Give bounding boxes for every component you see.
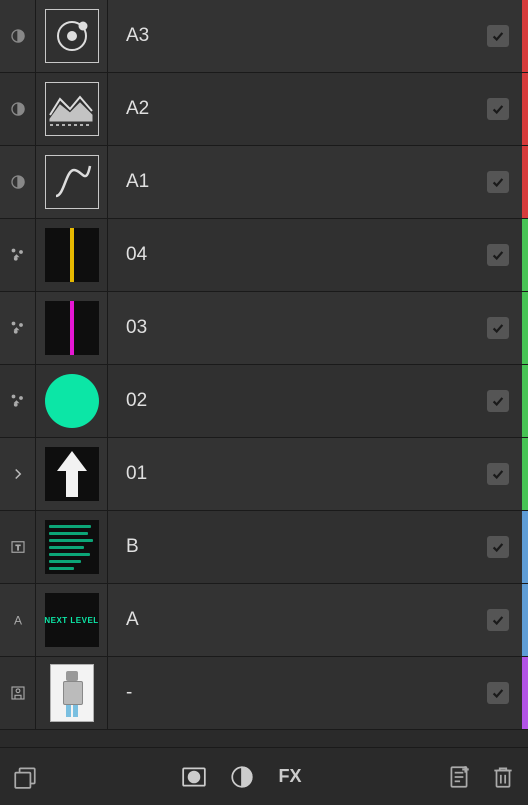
layer-visibility-checkbox[interactable] (474, 584, 522, 656)
layer-type-icon[interactable]: A (0, 584, 36, 656)
layer-type-icon[interactable] (0, 73, 36, 145)
layer-color-strip (522, 292, 528, 364)
layer-visibility-checkbox[interactable] (474, 146, 522, 218)
layer-row[interactable]: A1 (0, 146, 528, 219)
layer-name[interactable]: A2 (108, 98, 474, 120)
layer-color-strip (522, 219, 528, 291)
layer-thumbnail[interactable] (36, 438, 108, 510)
layer-color-strip (522, 365, 528, 437)
layer-visibility-checkbox[interactable] (474, 438, 522, 510)
layer-color-strip (522, 584, 528, 656)
layer-color-strip (522, 511, 528, 583)
layer-row[interactable]: 03 (0, 292, 528, 365)
layer-row[interactable]: 01 (0, 438, 528, 511)
svg-text:A: A (13, 614, 21, 628)
layer-row[interactable]: TB (0, 511, 528, 584)
layer-thumbnail[interactable] (36, 0, 108, 72)
layer-type-icon[interactable] (0, 657, 36, 729)
layer-name[interactable]: A1 (108, 171, 474, 193)
layer-name[interactable]: 02 (108, 390, 474, 412)
layer-visibility-checkbox[interactable] (474, 0, 522, 72)
add-fx-button[interactable]: FX (273, 760, 307, 794)
layer-thumbnail[interactable] (36, 657, 108, 729)
layer-visibility-checkbox[interactable] (474, 511, 522, 583)
layer-visibility-checkbox[interactable] (474, 292, 522, 364)
layer-name[interactable]: A3 (108, 25, 474, 47)
layer-type-icon[interactable]: T (0, 511, 36, 583)
layer-name[interactable]: 03 (108, 317, 474, 339)
layer-type-icon[interactable] (0, 365, 36, 437)
layer-color-strip (522, 0, 528, 72)
layer-name[interactable]: 04 (108, 244, 474, 266)
add-adjustment-button[interactable] (225, 760, 259, 794)
layer-type-icon[interactable] (0, 292, 36, 364)
layer-thumbnail[interactable] (36, 219, 108, 291)
layer-row[interactable]: ANEXT LEVELA (0, 584, 528, 657)
layer-name[interactable]: 01 (108, 463, 474, 485)
layer-row[interactable]: 04 (0, 219, 528, 292)
layer-thumbnail[interactable]: NEXT LEVEL (36, 584, 108, 656)
layer-color-strip (522, 657, 528, 729)
layer-name[interactable]: B (108, 536, 474, 558)
layer-thumbnail[interactable] (36, 73, 108, 145)
layer-name[interactable]: - (108, 682, 474, 704)
layer-color-strip (522, 146, 528, 218)
layer-row[interactable]: A2 (0, 73, 528, 146)
new-page-button[interactable] (442, 760, 476, 794)
layer-visibility-checkbox[interactable] (474, 73, 522, 145)
layer-visibility-checkbox[interactable] (474, 219, 522, 291)
layer-color-strip (522, 438, 528, 510)
layer-name[interactable]: A (108, 609, 474, 631)
layer-type-icon[interactable] (0, 146, 36, 218)
layer-visibility-checkbox[interactable] (474, 365, 522, 437)
group-layers-button[interactable] (8, 760, 42, 794)
layer-thumbnail[interactable] (36, 146, 108, 218)
layer-row[interactable]: A3 (0, 0, 528, 73)
layer-visibility-checkbox[interactable] (474, 657, 522, 729)
layer-type-icon[interactable] (0, 438, 36, 510)
layer-type-icon[interactable] (0, 219, 36, 291)
layer-thumbnail[interactable] (36, 511, 108, 583)
layer-thumbnail[interactable] (36, 365, 108, 437)
layer-type-icon[interactable] (0, 0, 36, 72)
add-mask-button[interactable] (177, 760, 211, 794)
layer-thumbnail[interactable] (36, 292, 108, 364)
bottom-toolbar: FX (0, 747, 528, 805)
svg-text:T: T (15, 543, 20, 552)
layer-color-strip (522, 73, 528, 145)
fx-label: FX (278, 766, 301, 787)
layer-row[interactable]: - (0, 657, 528, 730)
delete-button[interactable] (486, 760, 520, 794)
layer-row[interactable]: 02 (0, 365, 528, 438)
